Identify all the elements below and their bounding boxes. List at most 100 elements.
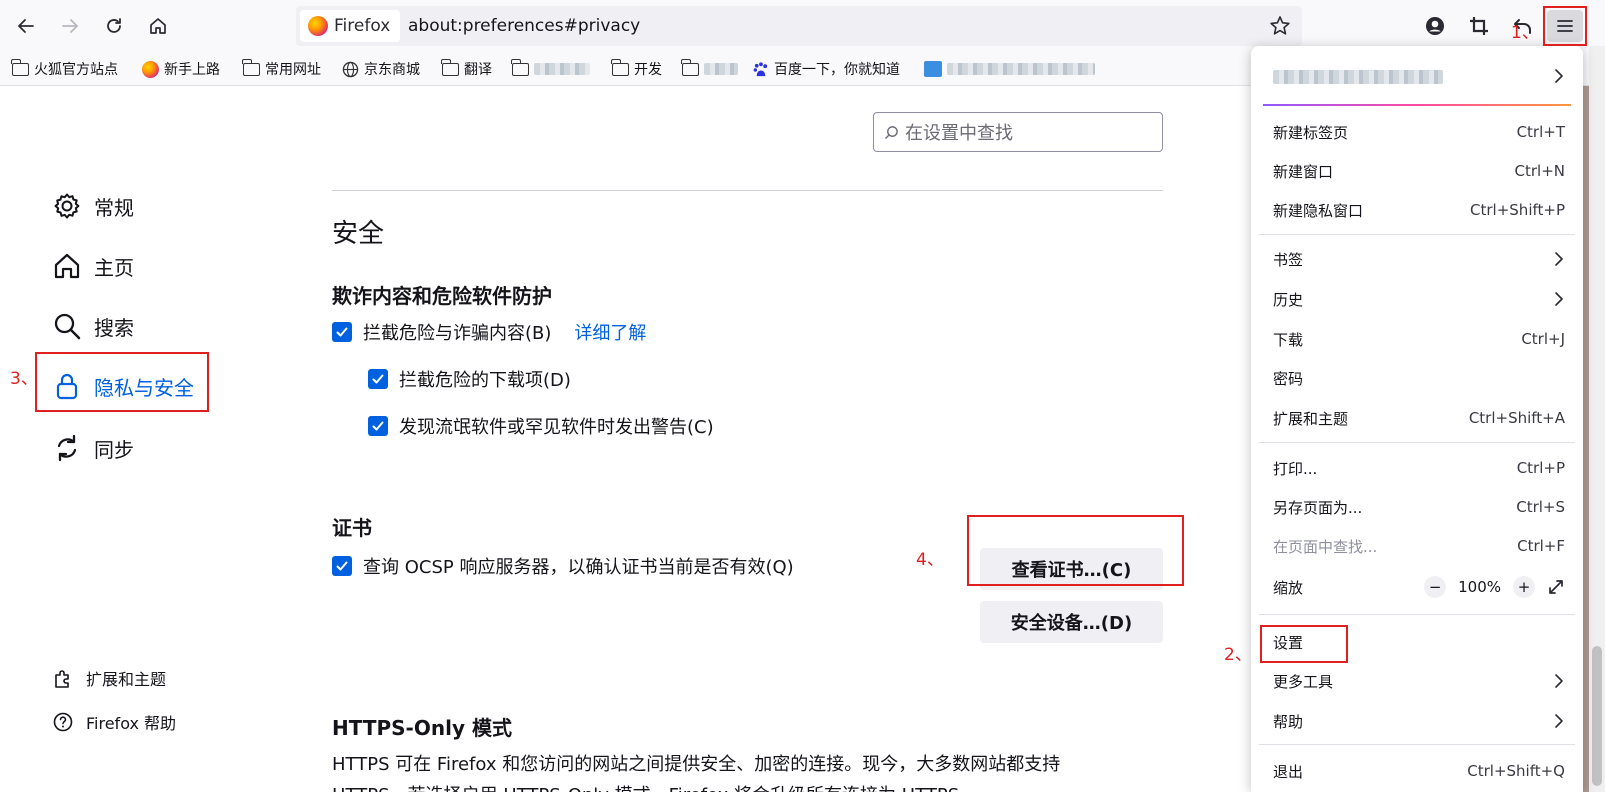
https-only-description-line2: HTTPS，若选择启用 HTTPS-Only 模式，Firefox 将会升级所有… (332, 781, 977, 792)
chevron-right-icon (1555, 292, 1563, 306)
reload-button[interactable] (98, 10, 130, 42)
menu-downloads[interactable]: 下载 Ctrl+J (1251, 322, 1583, 356)
bookmark-item-redacted[interactable] (681, 58, 738, 80)
identity-box[interactable]: Firefox (300, 10, 401, 42)
sidebar-item-sync[interactable]: 同步 (52, 428, 134, 468)
screenshot-button[interactable] (1465, 12, 1493, 40)
block-dangerous-checkbox-row[interactable]: 拦截危险与诈骗内容(B) 详细了解 (332, 318, 646, 346)
back-arrow-icon (18, 19, 34, 33)
zoom-out-button[interactable]: − (1424, 576, 1447, 598)
bookmark-item-redacted[interactable] (511, 58, 590, 80)
folder-icon (681, 58, 699, 76)
sidebar-item-label: 主页 (94, 255, 134, 280)
menu-label: 密码 (1273, 369, 1304, 388)
settings-search-input[interactable]: 在设置中查找 (873, 112, 1163, 152)
bookmark-item[interactable]: 京东商城 (342, 58, 420, 80)
chevron-right-icon (1555, 69, 1563, 83)
navigation-toolbar: Firefox about:preferences#privacy (0, 0, 1605, 52)
checkbox-checked[interactable] (332, 322, 352, 342)
warn-unwanted-checkbox-row[interactable]: 发现流氓软件或罕见软件时发出警告(C) (368, 412, 714, 440)
star-bookmark-icon[interactable] (1268, 14, 1292, 38)
globe-icon (342, 61, 359, 77)
bookmark-item[interactable]: 常用网址 (242, 58, 321, 80)
certificates-heading: 证书 (332, 516, 372, 540)
chevron-right-icon (1555, 252, 1563, 266)
checkmark-icon (336, 327, 348, 337)
back-button[interactable] (10, 10, 42, 42)
ocsp-checkbox-row[interactable]: 查询 OCSP 响应服务器，以确认证书当前是否有效(Q) (332, 552, 794, 580)
redacted-label (704, 63, 738, 75)
checkmark-icon (372, 421, 384, 431)
menu-label: 退出 (1273, 762, 1304, 781)
account-icon (1426, 17, 1444, 35)
sidebar-addons-link[interactable]: 扩展和主题 (52, 664, 166, 692)
account-button[interactable] (1421, 12, 1449, 40)
app-menu-panel: 新建标签页 Ctrl+T 新建窗口 Ctrl+N 新建隐私窗口 Ctrl+Shift+… (1251, 46, 1583, 792)
menu-bookmarks[interactable]: 书签 (1251, 242, 1583, 276)
menu-print[interactable]: 打印... Ctrl+P (1251, 451, 1583, 485)
bookmark-item[interactable]: 百度一下，你就知道 (752, 58, 900, 80)
menu-new-tab[interactable]: 新建标签页 Ctrl+T (1251, 115, 1583, 149)
url-text[interactable]: about:preferences#privacy (408, 16, 640, 36)
chevron-right-icon (1555, 714, 1563, 728)
checkbox-checked[interactable] (368, 416, 388, 436)
bookmark-item[interactable]: 新手上路 (142, 58, 220, 80)
forward-button[interactable] (54, 10, 86, 42)
menu-shortcut: Ctrl+S (1516, 498, 1565, 516)
bookmark-item[interactable]: 翻译 (441, 58, 492, 80)
menu-new-window[interactable]: 新建窗口 Ctrl+N (1251, 154, 1583, 188)
menu-label: 扩展和主题 (1273, 409, 1349, 428)
sidebar-item-label: 同步 (94, 437, 134, 462)
menu-history[interactable]: 历史 (1251, 282, 1583, 316)
zoom-level[interactable]: 100% (1458, 578, 1501, 596)
annotation-box-menu-button (1543, 6, 1587, 46)
bookmark-item[interactable]: 开发 (611, 58, 662, 80)
fullscreen-icon[interactable] (1547, 578, 1565, 596)
sidebar-small-label: Firefox 帮助 (86, 714, 177, 733)
menu-find-in-page[interactable]: 在页面中查找... Ctrl+F (1251, 529, 1583, 563)
baidu-paw-icon (753, 61, 768, 76)
checkbox-checked[interactable] (332, 556, 352, 576)
block-downloads-checkbox-row[interactable]: 拦截危险的下载项(D) (368, 365, 571, 393)
bookmark-label: 开发 (634, 62, 662, 78)
identity-label: Firefox (334, 16, 391, 36)
bookmark-label: 百度一下，你就知道 (774, 62, 900, 78)
account-row[interactable] (1251, 46, 1583, 108)
menu-shortcut: Ctrl+J (1521, 330, 1565, 348)
sidebar-small-label: 扩展和主题 (86, 670, 167, 689)
menu-passwords[interactable]: 密码 (1251, 361, 1583, 395)
zoom-in-button[interactable]: + (1513, 576, 1535, 598)
menu-label: 新建窗口 (1273, 162, 1334, 181)
menu-label: 在页面中查找... (1273, 537, 1378, 556)
menu-shortcut: Ctrl+P (1516, 459, 1565, 477)
menu-new-private-window[interactable]: 新建隐私窗口 Ctrl+Shift+P (1251, 193, 1583, 227)
url-bar[interactable]: Firefox about:preferences#privacy (296, 6, 1302, 46)
checkbox-label: 查询 OCSP 响应服务器，以确认证书当前是否有效(Q) (363, 557, 794, 578)
bookmark-label: 新手上路 (164, 62, 220, 78)
scrollbar[interactable] (1589, 46, 1605, 792)
account-gradient-bar (1263, 104, 1571, 106)
menu-help[interactable]: 帮助 (1251, 704, 1583, 738)
learn-more-link[interactable]: 详细了解 (574, 319, 646, 345)
search-icon (54, 313, 81, 340)
menu-quit[interactable]: 退出 Ctrl+Shift+Q (1251, 754, 1583, 788)
security-devices-button[interactable]: 安全设备…(D) (980, 601, 1163, 643)
zoom-controls: − 100% + (1424, 576, 1565, 598)
home-button[interactable] (142, 10, 174, 42)
chevron-right-icon (1555, 674, 1563, 688)
sidebar-item-general[interactable]: 常规 (52, 186, 134, 226)
sidebar-item-search[interactable]: 搜索 (52, 306, 134, 346)
home-icon (54, 253, 80, 279)
section-divider (332, 190, 1163, 191)
checkbox-checked[interactable] (368, 369, 388, 389)
menu-zoom: 缩放 − 100% + (1251, 570, 1583, 604)
sidebar-item-home[interactable]: 主页 (52, 246, 134, 286)
menu-save-page-as[interactable]: 另存页面为... Ctrl+S (1251, 490, 1583, 524)
menu-separator (1259, 614, 1575, 615)
bookmark-item-redacted[interactable] (924, 58, 1095, 80)
menu-addons-themes[interactable]: 扩展和主题 Ctrl+Shift+A (1251, 401, 1583, 435)
scrollbar-thumb[interactable] (1592, 646, 1602, 786)
sidebar-help-link[interactable]: Firefox 帮助 (52, 708, 176, 736)
menu-more-tools[interactable]: 更多工具 (1251, 664, 1583, 698)
bookmark-item[interactable]: 火狐官方站点 (11, 58, 118, 80)
